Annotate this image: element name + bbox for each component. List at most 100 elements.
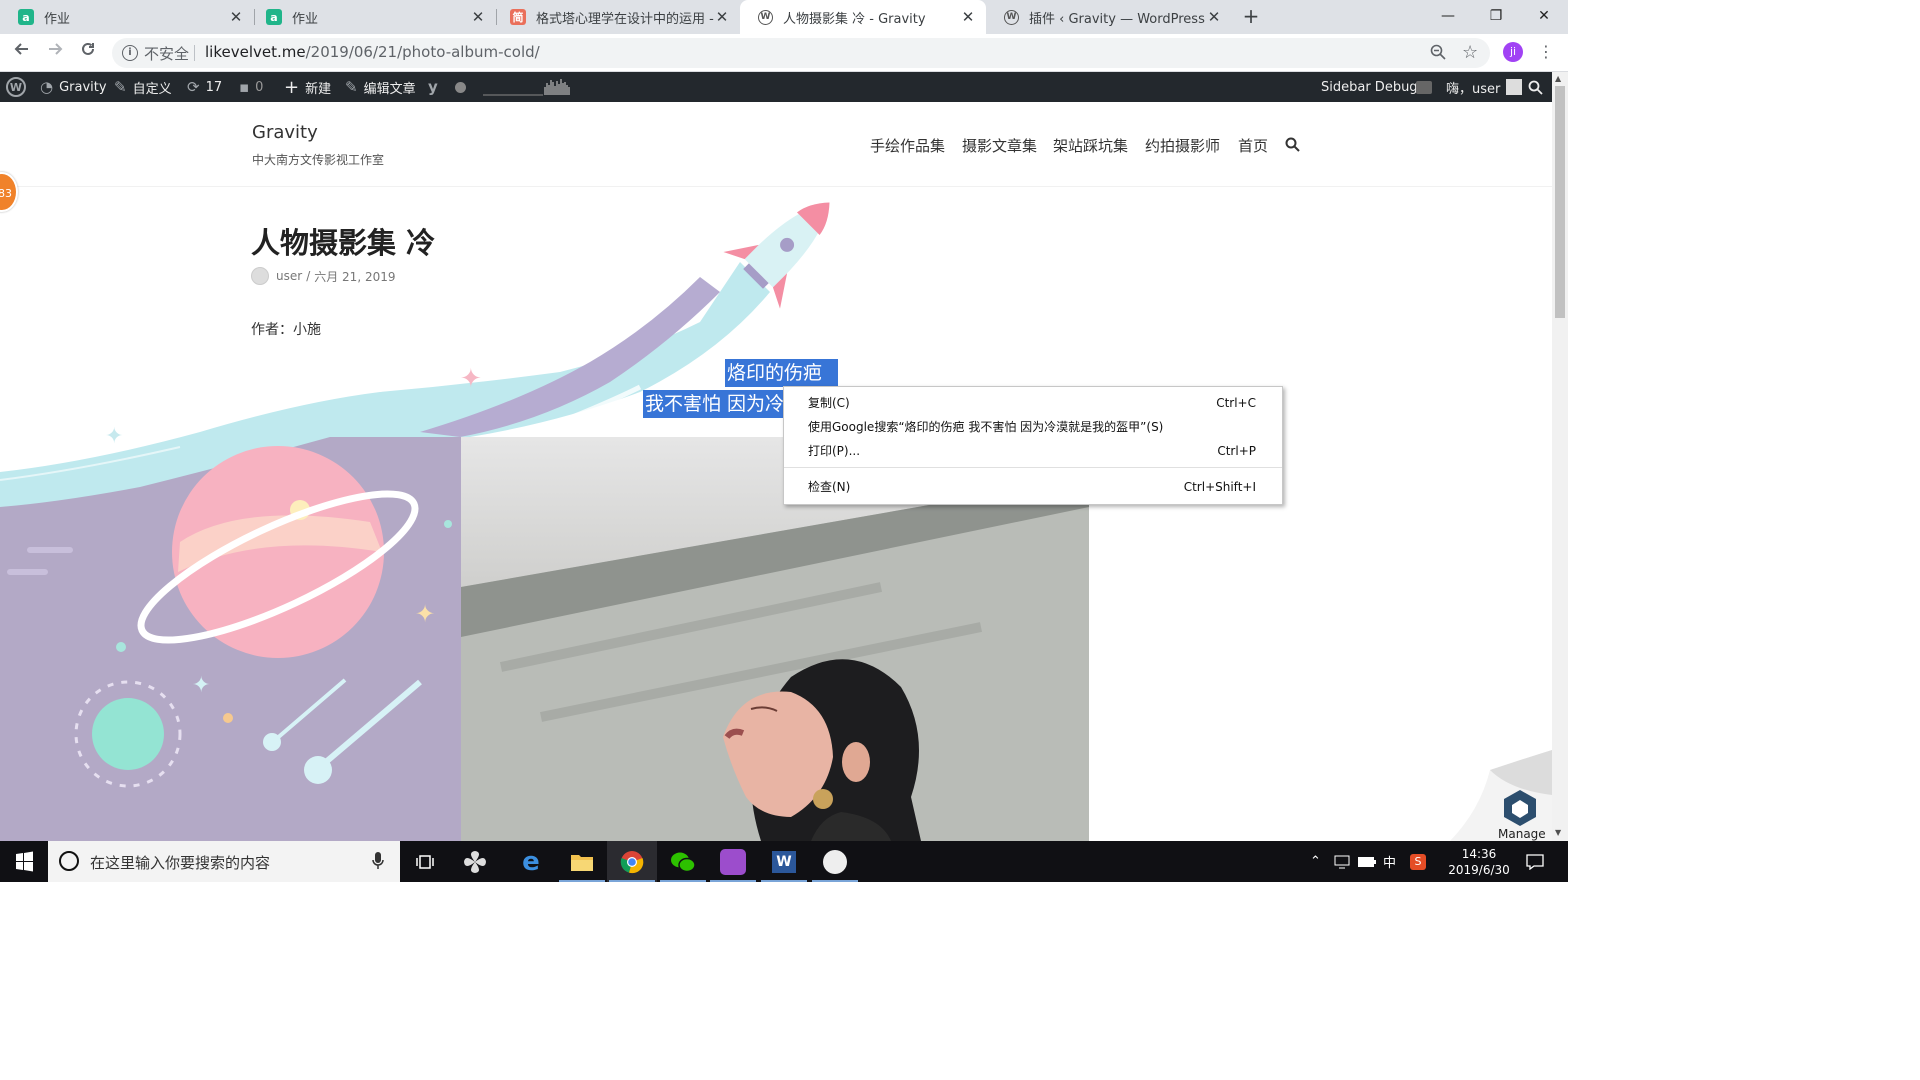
- page-content: ✦ ✦ ✦ ✦ Gravity 中大南方文传影视工作室 手绘作品集 摄影文章集 …: [0, 102, 1552, 841]
- post-date[interactable]: 六月 21, 2019: [314, 268, 395, 285]
- customize-label: 自定义: [132, 81, 172, 97]
- network-icon[interactable]: [1334, 841, 1350, 882]
- ime-indicator[interactable]: 中: [1383, 841, 1396, 882]
- reload-button[interactable]: [75, 40, 101, 66]
- close-window-button[interactable]: ✕: [1520, 0, 1568, 34]
- browser-tab[interactable]: a 作业 ✕: [0, 0, 254, 34]
- updates-icon: ⟳: [187, 78, 200, 96]
- wp-logo-menu[interactable]: W: [6, 72, 26, 102]
- taskbar-search[interactable]: 在这里输入你要搜索的内容: [48, 841, 400, 882]
- a-app-icon: a: [266, 9, 282, 25]
- my-account-menu[interactable]: 嗨，user: [1446, 72, 1523, 102]
- close-tab-icon[interactable]: ✕: [228, 8, 244, 26]
- profile-avatar[interactable]: ji: [1503, 42, 1523, 62]
- menu-item-google-search[interactable]: 使用Google搜索“烙印的伤疤 我不害怕 因为冷漠就是我的盔甲”(S): [808, 416, 1256, 438]
- menu-item-copy[interactable]: 复制(C) Ctrl+C: [808, 392, 1256, 414]
- yoast-menu[interactable]: y: [428, 72, 444, 102]
- scroll-up-icon[interactable]: ▲: [1555, 74, 1561, 83]
- page-scrollbar[interactable]: ▲ ▼: [1552, 72, 1568, 841]
- notifications-menu[interactable]: [1416, 72, 1432, 102]
- tray-chevron-icon[interactable]: ⌃: [1310, 841, 1321, 882]
- action-center-icon[interactable]: [1526, 841, 1544, 882]
- info-icon[interactable]: i: [122, 45, 138, 61]
- file-explorer-icon[interactable]: [557, 841, 607, 882]
- close-tab-icon[interactable]: ✕: [470, 8, 486, 26]
- edge-icon[interactable]: e: [506, 841, 556, 882]
- site-name-menu[interactable]: ◔ Gravity: [40, 72, 107, 102]
- chrome-icon[interactable]: [607, 841, 657, 882]
- author-avatar[interactable]: [251, 267, 269, 285]
- pinwheel-app-icon[interactable]: [450, 841, 500, 882]
- nav-item-home[interactable]: 首页: [1238, 135, 1268, 156]
- close-tab-icon[interactable]: ✕: [714, 8, 730, 26]
- menu-item-inspect[interactable]: 检查(N) Ctrl+Shift+I: [808, 476, 1256, 498]
- github-icon[interactable]: [810, 841, 860, 882]
- clock-date: 2019/6/30: [1448, 862, 1510, 877]
- wechat-icon[interactable]: [658, 841, 708, 882]
- comment-icon: ▪: [239, 78, 250, 96]
- security-label[interactable]: 不安全: [144, 43, 189, 64]
- word-icon[interactable]: W: [759, 841, 809, 882]
- search-icon[interactable]: [1285, 137, 1300, 156]
- clock-time: 14:36: [1461, 846, 1497, 861]
- browser-tab[interactable]: a 作业 ✕: [248, 0, 496, 34]
- tab-strip: a 作业 ✕ a 作业 ✕ 简 格式塔心理学在设计中的运用 - 简 ✕ W 人物…: [0, 0, 1568, 34]
- task-view-icon[interactable]: [400, 841, 450, 882]
- post-author[interactable]: user: [276, 269, 302, 283]
- address-bar[interactable]: i 不安全 likevelvet.me/2019/06/21/photo-alb…: [112, 38, 1490, 68]
- url-text[interactable]: likevelvet.me/2019/06/21/photo-album-col…: [205, 43, 540, 61]
- bookmark-star-icon[interactable]: ☆: [1462, 42, 1478, 63]
- new-tab-button[interactable]: +: [1240, 5, 1262, 27]
- status-dot: [455, 72, 466, 102]
- sogou-icon[interactable]: S: [1410, 841, 1426, 882]
- clock[interactable]: 14:36 2019/6/30: [1444, 841, 1514, 882]
- scroll-thumb[interactable]: [1555, 86, 1565, 318]
- menu-item-print[interactable]: 打印(P)... Ctrl+P: [808, 440, 1256, 462]
- forward-button[interactable]: [42, 40, 68, 66]
- stats-sparkline-icon[interactable]: [483, 72, 573, 102]
- nav-item[interactable]: 约拍摄影师: [1145, 135, 1220, 156]
- customize-menu[interactable]: ✎ 自定义: [114, 72, 172, 102]
- selected-text-line[interactable]: 烙印的伤疤: [725, 359, 839, 387]
- tab-title: 人物摄影集 冷 - Gravity: [783, 11, 926, 27]
- address-divider: [194, 45, 195, 61]
- admin-search[interactable]: [1528, 72, 1543, 102]
- edit-post-menu[interactable]: ✎ 编辑文章: [345, 72, 416, 102]
- purple-app-icon[interactable]: [708, 841, 758, 882]
- microphone-icon[interactable]: [372, 852, 384, 870]
- scroll-down-icon[interactable]: ▼: [1555, 828, 1561, 837]
- browser-tab[interactable]: W 插件 ‹ Gravity — WordPress ✕: [986, 0, 1232, 34]
- context-menu: 复制(C) Ctrl+C 使用Google搜索“烙印的伤疤 我不害怕 因为冷漠就是…: [783, 386, 1283, 505]
- url-host: likevelvet.me: [205, 43, 306, 61]
- nav-item[interactable]: 架站踩坑集: [1053, 135, 1128, 156]
- reload-icon: [82, 42, 94, 55]
- nav-item[interactable]: 手绘作品集: [870, 135, 945, 156]
- tab-title: 作业: [44, 11, 71, 27]
- updates-count: 17: [205, 79, 223, 95]
- start-button[interactable]: [0, 841, 48, 882]
- site-title[interactable]: Gravity: [252, 122, 318, 143]
- browser-tab-active[interactable]: W 人物摄影集 冷 - Gravity ✕: [740, 0, 986, 34]
- new-content-menu[interactable]: + 新建: [284, 72, 331, 102]
- maximize-button[interactable]: ❐: [1472, 0, 1520, 34]
- browser-tab[interactable]: 简 格式塔心理学在设计中的运用 - 简 ✕: [492, 0, 740, 34]
- sidebar-debug-menu[interactable]: Sidebar Debug: [1321, 72, 1418, 102]
- edit-label: 编辑文章: [363, 81, 416, 97]
- plus-icon: +: [284, 76, 300, 98]
- zoom-icon[interactable]: [1430, 44, 1446, 64]
- comments-menu[interactable]: ▪ 0: [239, 72, 263, 102]
- menu-icon[interactable]: ⋮: [1538, 42, 1554, 61]
- manage-widget[interactable]: Manage: [1450, 750, 1552, 841]
- search-placeholder: 在这里输入你要搜索的内容: [90, 854, 271, 872]
- search-icon: [1528, 80, 1543, 95]
- nav-item[interactable]: 摄影文章集: [962, 135, 1037, 156]
- battery-icon[interactable]: [1358, 841, 1376, 882]
- minimize-button[interactable]: —: [1424, 0, 1472, 34]
- updates-menu[interactable]: ⟳ 17: [187, 72, 222, 102]
- close-tab-icon[interactable]: ✕: [960, 8, 976, 26]
- close-tab-icon[interactable]: ✕: [1206, 8, 1222, 26]
- menu-item-label: 复制(C): [808, 396, 850, 410]
- wordpress-icon: W: [1004, 9, 1019, 25]
- post-meta: user / 六月 21, 2019: [251, 267, 396, 285]
- back-button[interactable]: [9, 40, 35, 66]
